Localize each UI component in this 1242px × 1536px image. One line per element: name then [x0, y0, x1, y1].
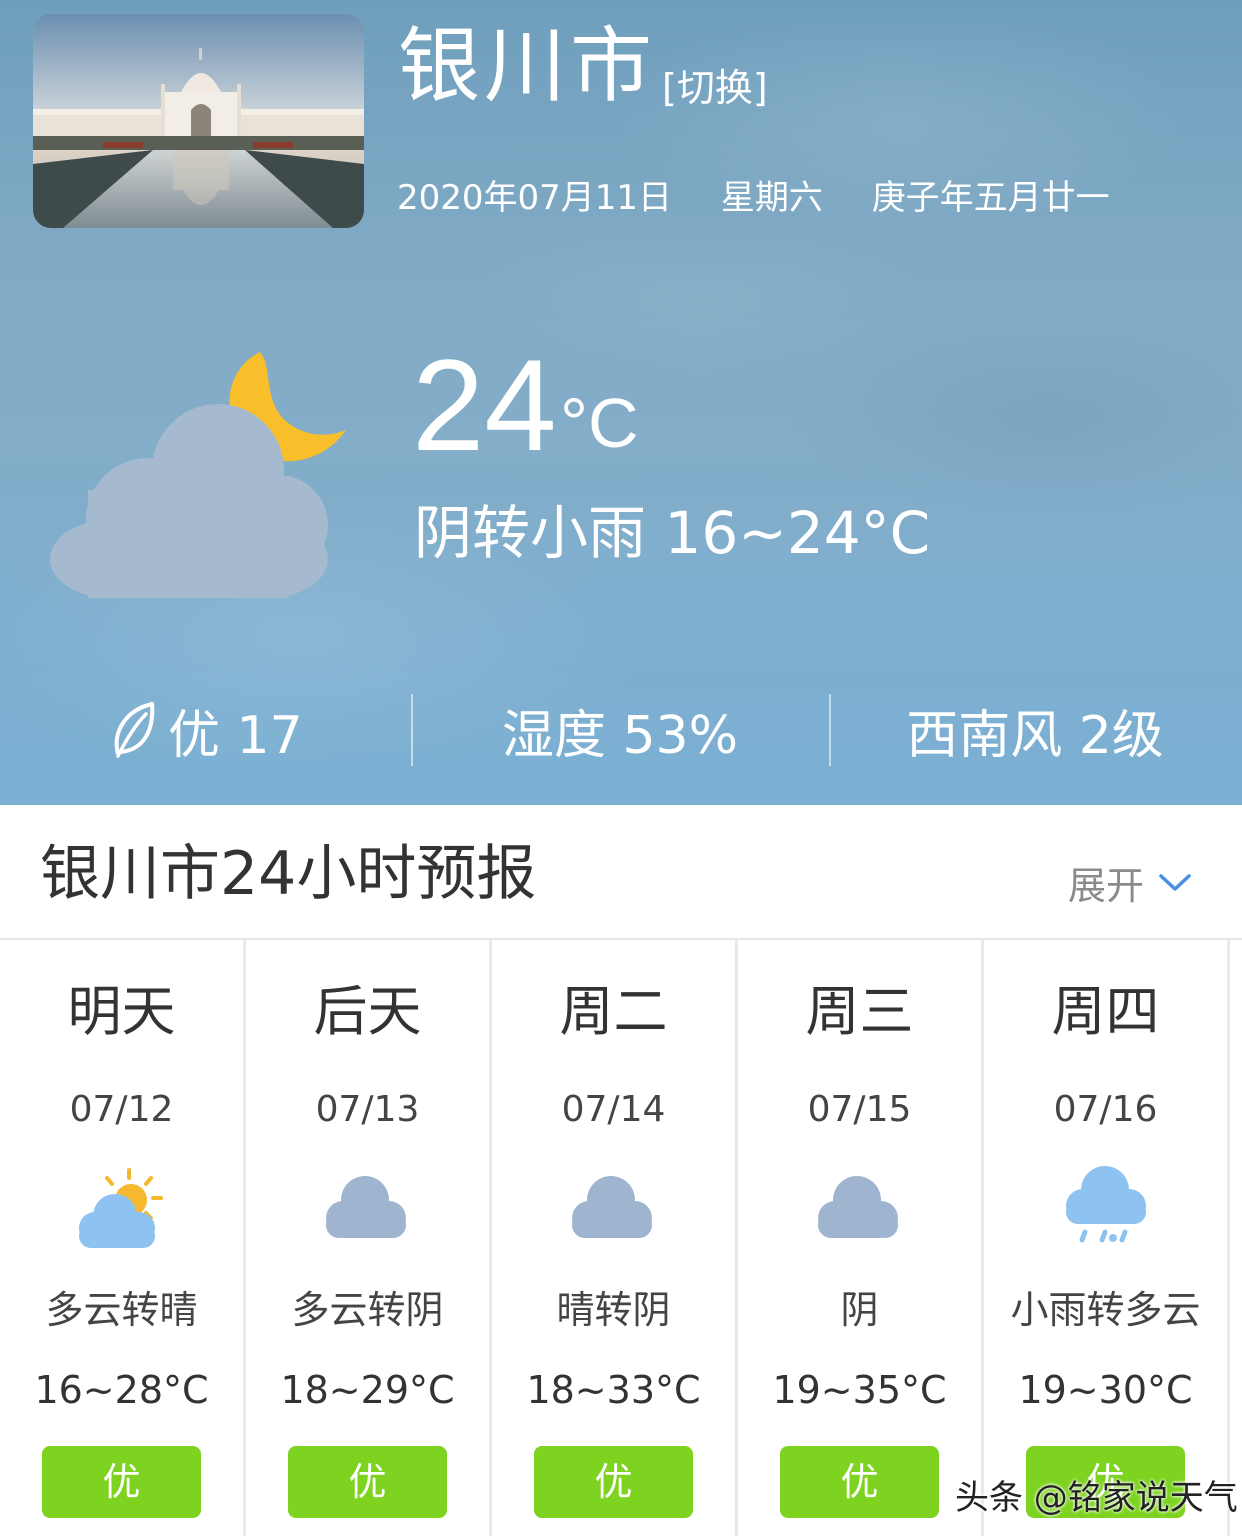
watermark: 头条 @铭家说天气 [955, 1478, 1238, 1518]
day-temperature-range: 18~33°C [526, 1368, 701, 1412]
temperature-unit: °C [560, 384, 639, 462]
day-weather-description: 小雨转多云 [1010, 1288, 1201, 1332]
leaf-icon [114, 702, 155, 758]
current-temperature: 24 [412, 332, 557, 478]
day-name: 周四 [1051, 980, 1160, 1043]
current-date: 2020年07月11日 [397, 178, 673, 218]
day-name: 后天 [313, 980, 422, 1043]
expand-label: 展开 [1067, 864, 1144, 908]
city-photo [33, 14, 364, 228]
forecast-title: 银川市24小时预报 [40, 839, 537, 909]
forecast-header: 银川市24小时预报 展开 [0, 805, 1242, 940]
air-quality-value: 优 17 [168, 705, 303, 766]
cloud-icon [317, 1162, 417, 1252]
day-weather-description: 多云转阴 [291, 1288, 444, 1332]
aqi-badge: 优 [780, 1446, 939, 1518]
day-date: 07/13 [315, 1089, 420, 1130]
rain-cloud-icon [1055, 1162, 1155, 1252]
aqi-badge: 优 [288, 1446, 447, 1518]
day-name: 周三 [805, 980, 914, 1043]
cloud-icon [809, 1162, 909, 1252]
switch-city-link[interactable]: [切换] [662, 67, 768, 110]
air-quality-stat[interactable]: 优 17 [110, 690, 310, 770]
city-name: 银川市 [398, 19, 657, 114]
day-weather-description: 晴转阴 [556, 1288, 671, 1332]
forecast-day[interactable]: 周二 07/14 晴转阴 18~33°C 优 [492, 940, 738, 1536]
day-date: 07/14 [561, 1089, 666, 1130]
day-weather-description: 阴 [840, 1288, 879, 1332]
forecast-day[interactable]: 周三 07/15 阴 19~35°C 优 [738, 940, 984, 1536]
weather-stats-bar: 优 17 湿度 53% 西南风 2级 [0, 690, 1242, 770]
day-name: 明天 [67, 980, 176, 1043]
day-temperature-range: 19~35°C [772, 1368, 947, 1412]
cloud-icon [563, 1162, 663, 1252]
partly-sunny-icon [71, 1162, 171, 1252]
day-date: 07/12 [69, 1089, 174, 1130]
day-date: 07/15 [807, 1089, 912, 1130]
expand-button[interactable]: 展开 [1068, 855, 1192, 910]
column-divider [1227, 940, 1230, 1536]
current-weather-panel: 银川市 [切换] 2020年07月11日 星期六 庚子年五月廿一 24 °C 阴… [0, 0, 1242, 805]
lunar-date: 庚子年五月廿一 [871, 178, 1110, 218]
wind-stat: 西南风 2级 [906, 705, 1164, 766]
aqi-badge: 优 [534, 1446, 693, 1518]
forecast-day[interactable]: 明天 07/12 多云转晴 16~28°C 优 [0, 940, 246, 1536]
forecast-day[interactable]: 后天 07/13 多云转阴 18~29°C 优 [246, 940, 492, 1536]
daily-forecast-list: 明天 07/12 多云转晴 16~28°C 优 后天 07/13 多云转阴 18… [0, 940, 1242, 1536]
humidity-stat: 湿度 53% [501, 705, 739, 766]
aqi-badge: 优 [42, 1446, 201, 1518]
day-temperature-range: 16~28°C [34, 1368, 209, 1412]
chevron-down-icon [1159, 873, 1191, 891]
day-temperature-range: 19~30°C [1018, 1368, 1193, 1412]
current-weather-description: 阴转小雨 16~24°C [414, 499, 931, 567]
day-temperature-range: 18~29°C [280, 1368, 455, 1412]
current-weekday: 星期六 [720, 178, 823, 218]
cloudy-night-moon-icon [48, 350, 348, 602]
stat-divider [411, 694, 413, 766]
day-date: 07/16 [1053, 1089, 1158, 1130]
day-weather-description: 多云转晴 [45, 1288, 198, 1332]
day-name: 周二 [559, 980, 668, 1043]
date-line: 2020年07月11日 星期六 庚子年五月廿一 [397, 178, 1148, 218]
forecast-day[interactable]: 周四 07/16 小雨转多云 19~30°C 优 [984, 940, 1230, 1536]
stat-divider [829, 694, 831, 766]
